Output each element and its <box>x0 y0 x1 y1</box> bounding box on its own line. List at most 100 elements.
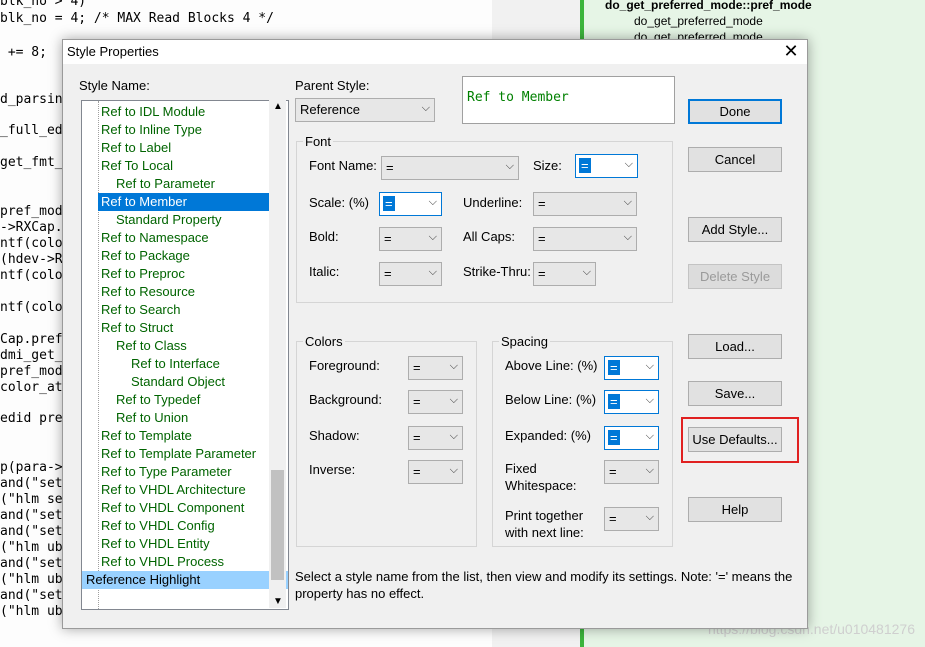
print-together-select[interactable]: = ⌵ <box>604 507 659 531</box>
style-list-item[interactable]: Ref to Preproc <box>82 265 288 283</box>
close-icon[interactable]: ✕ <box>783 41 799 61</box>
size-select[interactable]: = ⌵ <box>575 154 638 178</box>
style-list-item[interactable]: Ref to VHDL Process <box>82 553 288 571</box>
code-line: ->RXCap. <box>0 220 63 235</box>
above-line-value: = <box>608 360 620 375</box>
style-list-item[interactable]: Standard Object <box>82 373 288 391</box>
fixed-whitespace-label: Fixed <box>505 461 537 476</box>
shadow-select[interactable]: = ⌵ <box>408 426 463 450</box>
colors-group-label: Colors <box>303 334 345 349</box>
italic-select[interactable]: = ⌵ <box>379 262 442 286</box>
foreground-select[interactable]: = ⌵ <box>408 356 463 380</box>
code-line: ("hlm se <box>0 492 63 507</box>
symbol-tree-item[interactable]: do_get_preferred_mode::pref_mode <box>605 0 812 12</box>
strike-thru-select[interactable]: = ⌵ <box>533 262 596 286</box>
add-style-button[interactable]: Add Style... <box>688 217 782 242</box>
style-list-item[interactable]: Ref to Interface <box>82 355 288 373</box>
save-button[interactable]: Save... <box>688 381 782 406</box>
style-list-item[interactable]: Ref to VHDL Architecture <box>82 481 288 499</box>
style-list-item[interactable]: Standard Property <box>82 211 288 229</box>
strike-thru-value: = <box>538 266 546 281</box>
font-name-select[interactable]: = ⌵ <box>381 156 519 180</box>
chevron-down-icon: ⌵ <box>449 360 458 372</box>
fixed-whitespace-select[interactable]: = ⌵ <box>604 460 659 484</box>
font-name-label: Font Name: <box>309 158 377 173</box>
style-list-item[interactable]: Ref to IDL Module <box>82 103 288 121</box>
style-list-item[interactable]: Ref to Search <box>82 301 288 319</box>
chevron-down-icon: ⌵ <box>449 394 458 406</box>
style-list-item[interactable]: Ref to Class <box>82 337 288 355</box>
shadow-value: = <box>413 430 421 445</box>
style-list-item[interactable]: Ref to Package <box>82 247 288 265</box>
delete-style-button[interactable]: Delete Style <box>688 264 782 289</box>
underline-value: = <box>538 196 546 211</box>
style-list-item[interactable]: Ref to Member <box>98 193 284 211</box>
chevron-down-icon: ⌵ <box>449 430 458 442</box>
chevron-down-icon: ⌵ <box>421 102 430 114</box>
scale-value: = <box>383 196 395 211</box>
style-name-list[interactable]: Ref to IDL Module Ref to Inline Type Ref t… <box>81 100 289 610</box>
below-line-select[interactable]: = ⌵ <box>604 390 659 414</box>
foreground-value: = <box>413 360 421 375</box>
code-line: ntf(colo <box>0 268 63 283</box>
style-list-item[interactable]: Ref To Local <box>82 157 288 175</box>
chevron-down-icon: ⌵ <box>428 231 437 243</box>
parent-style-select[interactable]: Reference ⌵ <box>295 98 435 122</box>
expanded-value: = <box>608 430 620 445</box>
style-list-item[interactable]: Ref to Typedef <box>82 391 288 409</box>
scroll-up-icon[interactable]: ▲ <box>273 101 283 112</box>
code-line: ("hlm ub <box>0 540 63 555</box>
style-list-item[interactable]: Ref to Type Parameter <box>82 463 288 481</box>
inverse-select[interactable]: = ⌵ <box>408 460 463 484</box>
style-preview: Ref to Member <box>462 76 675 124</box>
above-line-select[interactable]: = ⌵ <box>604 356 659 380</box>
code-line: Cap.pref <box>0 332 63 347</box>
parent-style-value: Reference <box>300 102 360 117</box>
scale-select[interactable]: = ⌵ <box>379 192 442 216</box>
style-list-item[interactable]: Ref to Parameter <box>82 175 288 193</box>
background-select[interactable]: = ⌵ <box>408 390 463 414</box>
print-together-label: Print together <box>505 508 584 523</box>
spacing-group-label: Spacing <box>499 334 550 349</box>
expanded-label: Expanded: (%) <box>505 428 591 443</box>
style-list-item[interactable]: Ref to Template Parameter <box>82 445 288 463</box>
size-label: Size: <box>533 158 562 173</box>
style-list-item[interactable]: Ref to Union <box>82 409 288 427</box>
below-line-label: Below Line: (%) <box>505 392 597 407</box>
style-properties-dialog: Style Properties ✕ Style Name: Ref to ID… <box>62 39 808 629</box>
style-list-item[interactable]: Ref to VHDL Component <box>82 499 288 517</box>
style-list-item[interactable]: Ref to VHDL Config <box>82 517 288 535</box>
chevron-down-icon: ⌵ <box>645 394 654 406</box>
code-line: and("set <box>0 588 63 603</box>
background-label: Background: <box>309 392 382 407</box>
strike-thru-label: Strike-Thru: <box>463 264 531 279</box>
style-list-item[interactable]: Ref to VHDL Entity <box>82 535 288 553</box>
chevron-down-icon: ⌵ <box>582 266 591 278</box>
style-list-item[interactable]: Ref to Inline Type <box>82 121 288 139</box>
style-list-item[interactable]: Ref to Label <box>82 139 288 157</box>
chevron-down-icon: ⌵ <box>645 464 654 476</box>
background-value: = <box>413 394 421 409</box>
style-list-item[interactable]: Reference Highlight <box>82 571 288 589</box>
style-list-item[interactable]: Ref to Namespace <box>82 229 288 247</box>
help-button[interactable]: Help <box>688 497 782 522</box>
style-list-item[interactable]: Ref to Resource <box>82 283 288 301</box>
expanded-select[interactable]: = ⌵ <box>604 426 659 450</box>
scale-label: Scale: (%) <box>309 195 369 210</box>
help-text: Select a style name from the list, then … <box>295 569 793 601</box>
bold-select[interactable]: = ⌵ <box>379 227 442 251</box>
load-button[interactable]: Load... <box>688 334 782 359</box>
font-name-value: = <box>386 160 394 175</box>
chevron-down-icon: ⌵ <box>428 196 437 208</box>
code-line: _full_ed <box>0 123 63 138</box>
cancel-button[interactable]: Cancel <box>688 147 782 172</box>
done-button[interactable]: Done <box>688 99 782 124</box>
scroll-thumb[interactable] <box>271 470 284 580</box>
symbol-tree-item[interactable]: do_get_preferred_mode <box>634 14 763 28</box>
style-list-item[interactable]: Ref to Struct <box>82 319 288 337</box>
underline-select[interactable]: = ⌵ <box>533 192 637 216</box>
all-caps-select[interactable]: = ⌵ <box>533 227 637 251</box>
style-list-item[interactable]: Ref to Template <box>82 427 288 445</box>
foreground-label: Foreground: <box>309 358 380 373</box>
scroll-down-icon[interactable]: ▼ <box>273 596 283 607</box>
